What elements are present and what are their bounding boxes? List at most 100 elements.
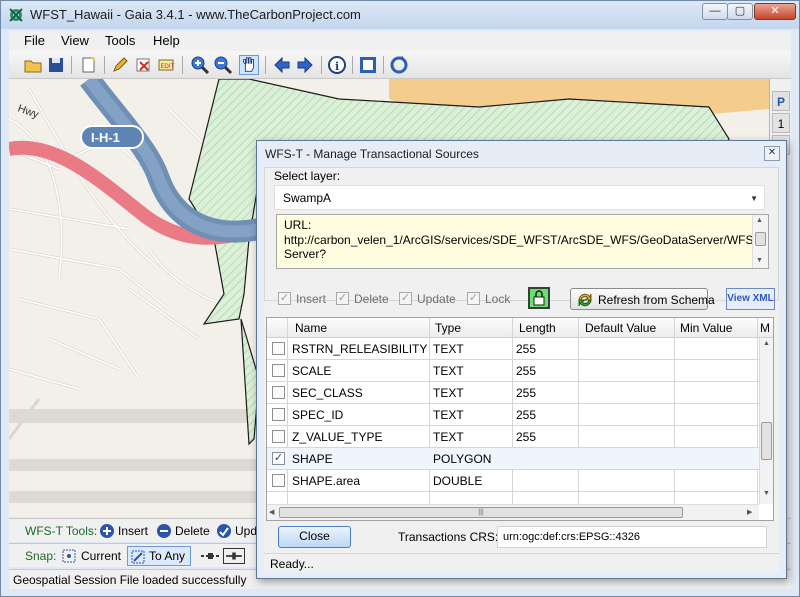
scroll-up-icon: ▲ (756, 217, 763, 224)
view-xml-button[interactable]: View XML (726, 288, 775, 310)
row-checkbox[interactable] (272, 386, 285, 399)
grid-vertical-scrollbar[interactable]: ▲ ▼ (759, 338, 773, 504)
main-toolbar: EDIT i (9, 51, 791, 79)
column-length[interactable]: Length (519, 321, 556, 335)
grid-horizontal-scroll-thumb[interactable]: ||| (279, 507, 683, 518)
zoom-out-icon[interactable] (213, 55, 233, 75)
checkbox-check-icon: ✓ (278, 292, 291, 305)
table-row[interactable]: SCALE TEXT 255 (267, 360, 759, 382)
table-row[interactable]: SPEC_ID TEXT 255 (267, 404, 759, 426)
scroll-down-icon: ▼ (763, 490, 770, 497)
insert-icon (100, 524, 114, 538)
grid-vertical-scroll-thumb[interactable] (761, 422, 772, 460)
row-checkbox[interactable] (272, 474, 285, 487)
column-default-value[interactable]: Default Value (585, 321, 656, 335)
open-folder-icon[interactable] (23, 55, 43, 75)
column-name[interactable]: Name (295, 321, 327, 335)
row-checkbox-checked[interactable]: ✓ (272, 452, 285, 465)
field-name: SHAPE.area (292, 474, 361, 488)
row-checkbox[interactable] (272, 342, 285, 355)
row-checkbox[interactable] (272, 364, 285, 377)
delete-feature-icon (157, 524, 171, 538)
row-checkbox[interactable] (272, 430, 285, 443)
url-scroll-thumb[interactable] (755, 232, 766, 246)
delete-icon[interactable] (133, 55, 153, 75)
checkbox-check-icon: ✓ (467, 292, 480, 305)
highway-label: I-H-1 (91, 130, 120, 145)
update-op-label: Update (417, 292, 456, 306)
dialog-body: Select layer: SwampA ▼ URL: http://carbo… (264, 167, 779, 572)
grid-horizontal-scrollbar[interactable]: ◀ ||| ▶ (267, 504, 759, 520)
extent-icon[interactable] (358, 55, 378, 75)
field-name: RSTRN_RELEASIBILITY (292, 342, 428, 356)
column-min-value[interactable]: Min Value (680, 321, 732, 335)
dialog-status-text: Ready... (270, 557, 314, 571)
zoom-in-icon[interactable] (190, 55, 210, 75)
transactions-crs-field[interactable]: urn:ogc:def:crs:EPSG::4326 (497, 526, 767, 548)
menu-help[interactable]: Help (153, 33, 180, 48)
manage-transactional-sources-dialog: WFS-T - Manage Transactional Sources ✕ S… (256, 140, 787, 579)
scroll-left-icon: ◀ (269, 509, 275, 516)
edit-pencil-icon[interactable] (110, 55, 130, 75)
refresh-icon[interactable] (389, 55, 409, 75)
refresh-from-schema-label: Refresh from Schema (598, 293, 715, 307)
dialog-close-icon[interactable]: ✕ (764, 146, 780, 161)
scroll-up-icon: ▲ (763, 340, 770, 347)
svg-text:EDIT: EDIT (161, 63, 175, 70)
field-length: 255 (516, 408, 537, 422)
new-icon[interactable] (79, 55, 99, 75)
save-icon[interactable] (46, 55, 66, 75)
column-max-value[interactable]: M (760, 321, 770, 335)
field-type: TEXT (433, 364, 464, 378)
select-layer-label: Select layer: (274, 169, 341, 183)
snap-to-any-button[interactable]: To Any (127, 546, 191, 566)
url-field[interactable]: URL: http://carbon_velen_1/ArcGIS/servic… (276, 214, 769, 269)
close-window-button[interactable]: ✕ (754, 3, 796, 20)
refresh-schema-icon (578, 293, 592, 307)
lock-button[interactable] (528, 287, 550, 309)
dialog-title: WFS-T - Manage Transactional Sources (265, 147, 479, 161)
snap-to-any-label: To Any (149, 549, 186, 563)
row-checkbox[interactable] (272, 408, 285, 421)
pan-hand-icon[interactable] (239, 55, 259, 75)
maximize-button[interactable]: ▢ (727, 3, 753, 20)
minimize-button[interactable]: — (702, 3, 728, 20)
update-icon (217, 524, 231, 538)
refresh-from-schema-button[interactable]: Refresh from Schema (570, 288, 715, 310)
field-name: SPEC_ID (292, 408, 344, 422)
field-type: DOUBLE (433, 474, 483, 488)
side-tab-1[interactable]: 1 (772, 113, 790, 133)
info-icon[interactable]: i (327, 55, 347, 75)
delete-button[interactable]: Delete (175, 524, 210, 538)
menu-tools[interactable]: Tools (105, 33, 135, 48)
snap-current-button[interactable]: Current (81, 549, 121, 563)
update-button[interactable]: Upd (235, 524, 257, 538)
menu-file[interactable]: File (24, 33, 45, 48)
snap-vertex-icon[interactable] (200, 548, 220, 564)
back-arrow-icon[interactable] (272, 55, 292, 75)
padlock-icon (533, 290, 545, 306)
field-name: SEC_CLASS (292, 386, 363, 400)
checkbox-check-icon: ✓ (399, 292, 412, 305)
table-row[interactable]: Z_VALUE_TYPE TEXT 255 (267, 426, 759, 448)
chevron-down-icon: ▼ (750, 194, 758, 203)
table-row[interactable]: ✓ SHAPE POLYGON (267, 448, 759, 470)
forward-arrow-icon[interactable] (295, 55, 315, 75)
snap-to-any-icon (131, 550, 145, 564)
close-button[interactable]: Close (278, 526, 351, 548)
field-length: 255 (516, 342, 537, 356)
insert-button[interactable]: Insert (118, 524, 148, 538)
table-row[interactable]: SEC_CLASS TEXT 255 (267, 382, 759, 404)
url-scrollbar[interactable]: ▲ ▼ (752, 215, 768, 268)
snap-edge-icon[interactable] (223, 548, 245, 564)
column-type[interactable]: Type (435, 321, 461, 335)
side-tab-p[interactable]: P (772, 91, 790, 111)
snap-label: Snap: (25, 549, 57, 563)
fields-grid[interactable]: Name Type Length Default Value Min Value… (266, 317, 774, 521)
layer-select[interactable]: SwampA ▼ (274, 185, 765, 210)
menu-view[interactable]: View (61, 33, 89, 48)
table-row[interactable]: RSTRN_RELEASIBILITY TEXT 255 (267, 338, 759, 360)
edit-text-icon[interactable]: EDIT (156, 55, 176, 75)
status-text: Geospatial Session File loaded successfu… (13, 573, 247, 587)
table-row[interactable]: SHAPE.area DOUBLE (267, 470, 759, 492)
